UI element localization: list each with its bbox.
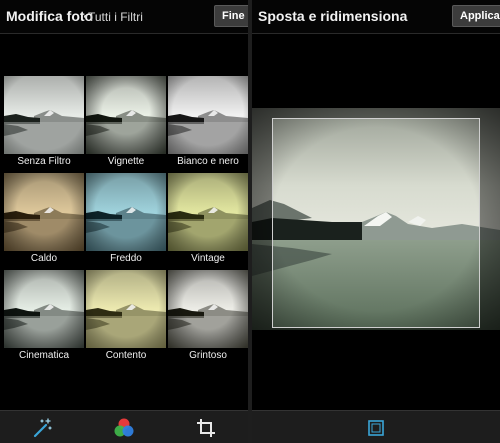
filter-thumbnail[interactable] bbox=[168, 173, 248, 251]
filter-tile[interactable]: Senza Filtro bbox=[4, 76, 84, 168]
filters-subtitle[interactable]: Tutti i Filtri bbox=[88, 10, 143, 24]
filter-label: Bianco e nero bbox=[177, 156, 239, 167]
filter-tile[interactable]: Freddo bbox=[86, 173, 166, 265]
filter-label: Caldo bbox=[30, 253, 58, 264]
crop-selection-frame[interactable] bbox=[272, 118, 480, 328]
subtitle-dot bbox=[84, 15, 87, 18]
filter-thumbnail[interactable] bbox=[168, 270, 248, 348]
filter-label: Vignette bbox=[107, 156, 145, 167]
filter-thumbnail[interactable] bbox=[168, 76, 248, 154]
filter-label: Contento bbox=[105, 350, 147, 361]
filter-thumbnail[interactable] bbox=[86, 270, 166, 348]
crop-frame-icon[interactable] bbox=[356, 411, 396, 443]
filter-thumbnail[interactable] bbox=[4, 76, 84, 154]
color-filter-icon[interactable] bbox=[104, 411, 144, 443]
crop-header: Sposta e ridimensiona Applica bbox=[252, 0, 500, 34]
page-title: Modifica foto bbox=[6, 8, 94, 24]
edit-toolbar bbox=[0, 410, 248, 443]
filter-tile[interactable]: Caldo bbox=[4, 173, 84, 265]
filter-label: Vintage bbox=[191, 253, 225, 264]
move-resize-panel: Sposta e ridimensiona Applica bbox=[252, 0, 500, 443]
done-button[interactable]: Fine bbox=[214, 5, 248, 27]
filter-thumbnail[interactable] bbox=[4, 173, 84, 251]
apply-button[interactable]: Applica bbox=[452, 5, 500, 27]
filter-tile[interactable]: Vintage bbox=[168, 173, 248, 265]
filter-thumbnail[interactable] bbox=[4, 270, 84, 348]
filter-label: Grintoso bbox=[189, 350, 227, 361]
filter-tile[interactable]: Vignette bbox=[86, 76, 166, 168]
filter-label: Senza Filtro bbox=[17, 156, 71, 167]
filter-thumbnail[interactable] bbox=[86, 173, 166, 251]
crop-toolbar bbox=[252, 410, 500, 443]
filter-tile[interactable]: Grintoso bbox=[168, 270, 248, 362]
filter-tile[interactable]: Cinematica bbox=[4, 270, 84, 362]
filter-tile[interactable]: Contento bbox=[86, 270, 166, 362]
edit-photo-panel: Modifica foto Tutti i Filtri Fine Senza … bbox=[0, 0, 248, 443]
crop-canvas[interactable] bbox=[252, 108, 500, 330]
filter-label: Freddo bbox=[110, 253, 142, 264]
magic-wand-icon[interactable] bbox=[22, 411, 62, 443]
crop-icon[interactable] bbox=[186, 411, 226, 443]
edit-header: Modifica foto Tutti i Filtri Fine bbox=[0, 0, 248, 34]
filter-label: Cinematica bbox=[18, 350, 70, 361]
crop-title: Sposta e ridimensiona bbox=[258, 8, 408, 24]
filter-tile[interactable]: Bianco e nero bbox=[168, 76, 248, 168]
filter-thumbnail[interactable] bbox=[86, 76, 166, 154]
